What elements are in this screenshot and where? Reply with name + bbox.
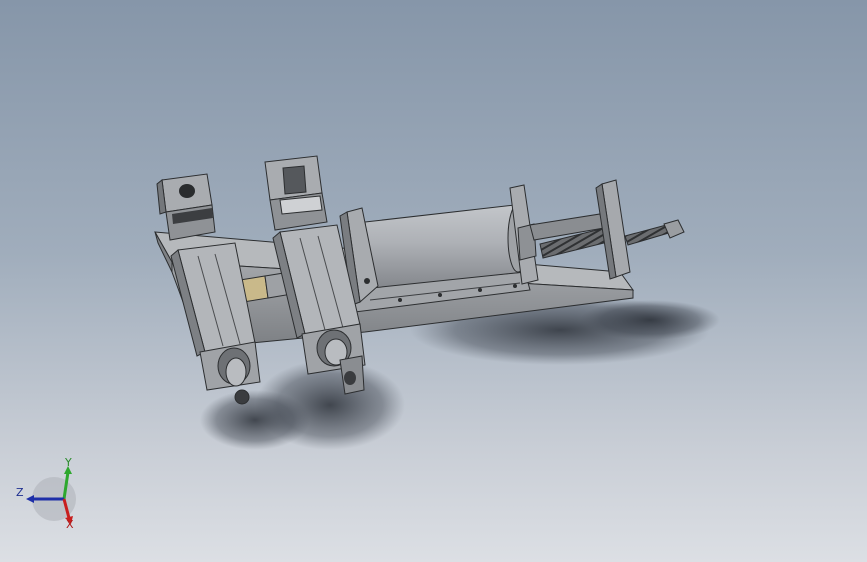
- clamp-block-center[interactable]: [264, 155, 328, 231]
- clamp-block-left[interactable]: [156, 173, 216, 241]
- end-nut[interactable]: [663, 219, 685, 239]
- triad-y-label: Y: [65, 456, 72, 469]
- cad-model-assembly[interactable]: [0, 0, 867, 562]
- graphics-viewport[interactable]: Y Z X: [0, 0, 867, 562]
- triad-x-label: X: [66, 518, 74, 531]
- triad-z-label: Z: [16, 486, 24, 499]
- view-orientation-triad[interactable]: Y Z X: [10, 450, 90, 540]
